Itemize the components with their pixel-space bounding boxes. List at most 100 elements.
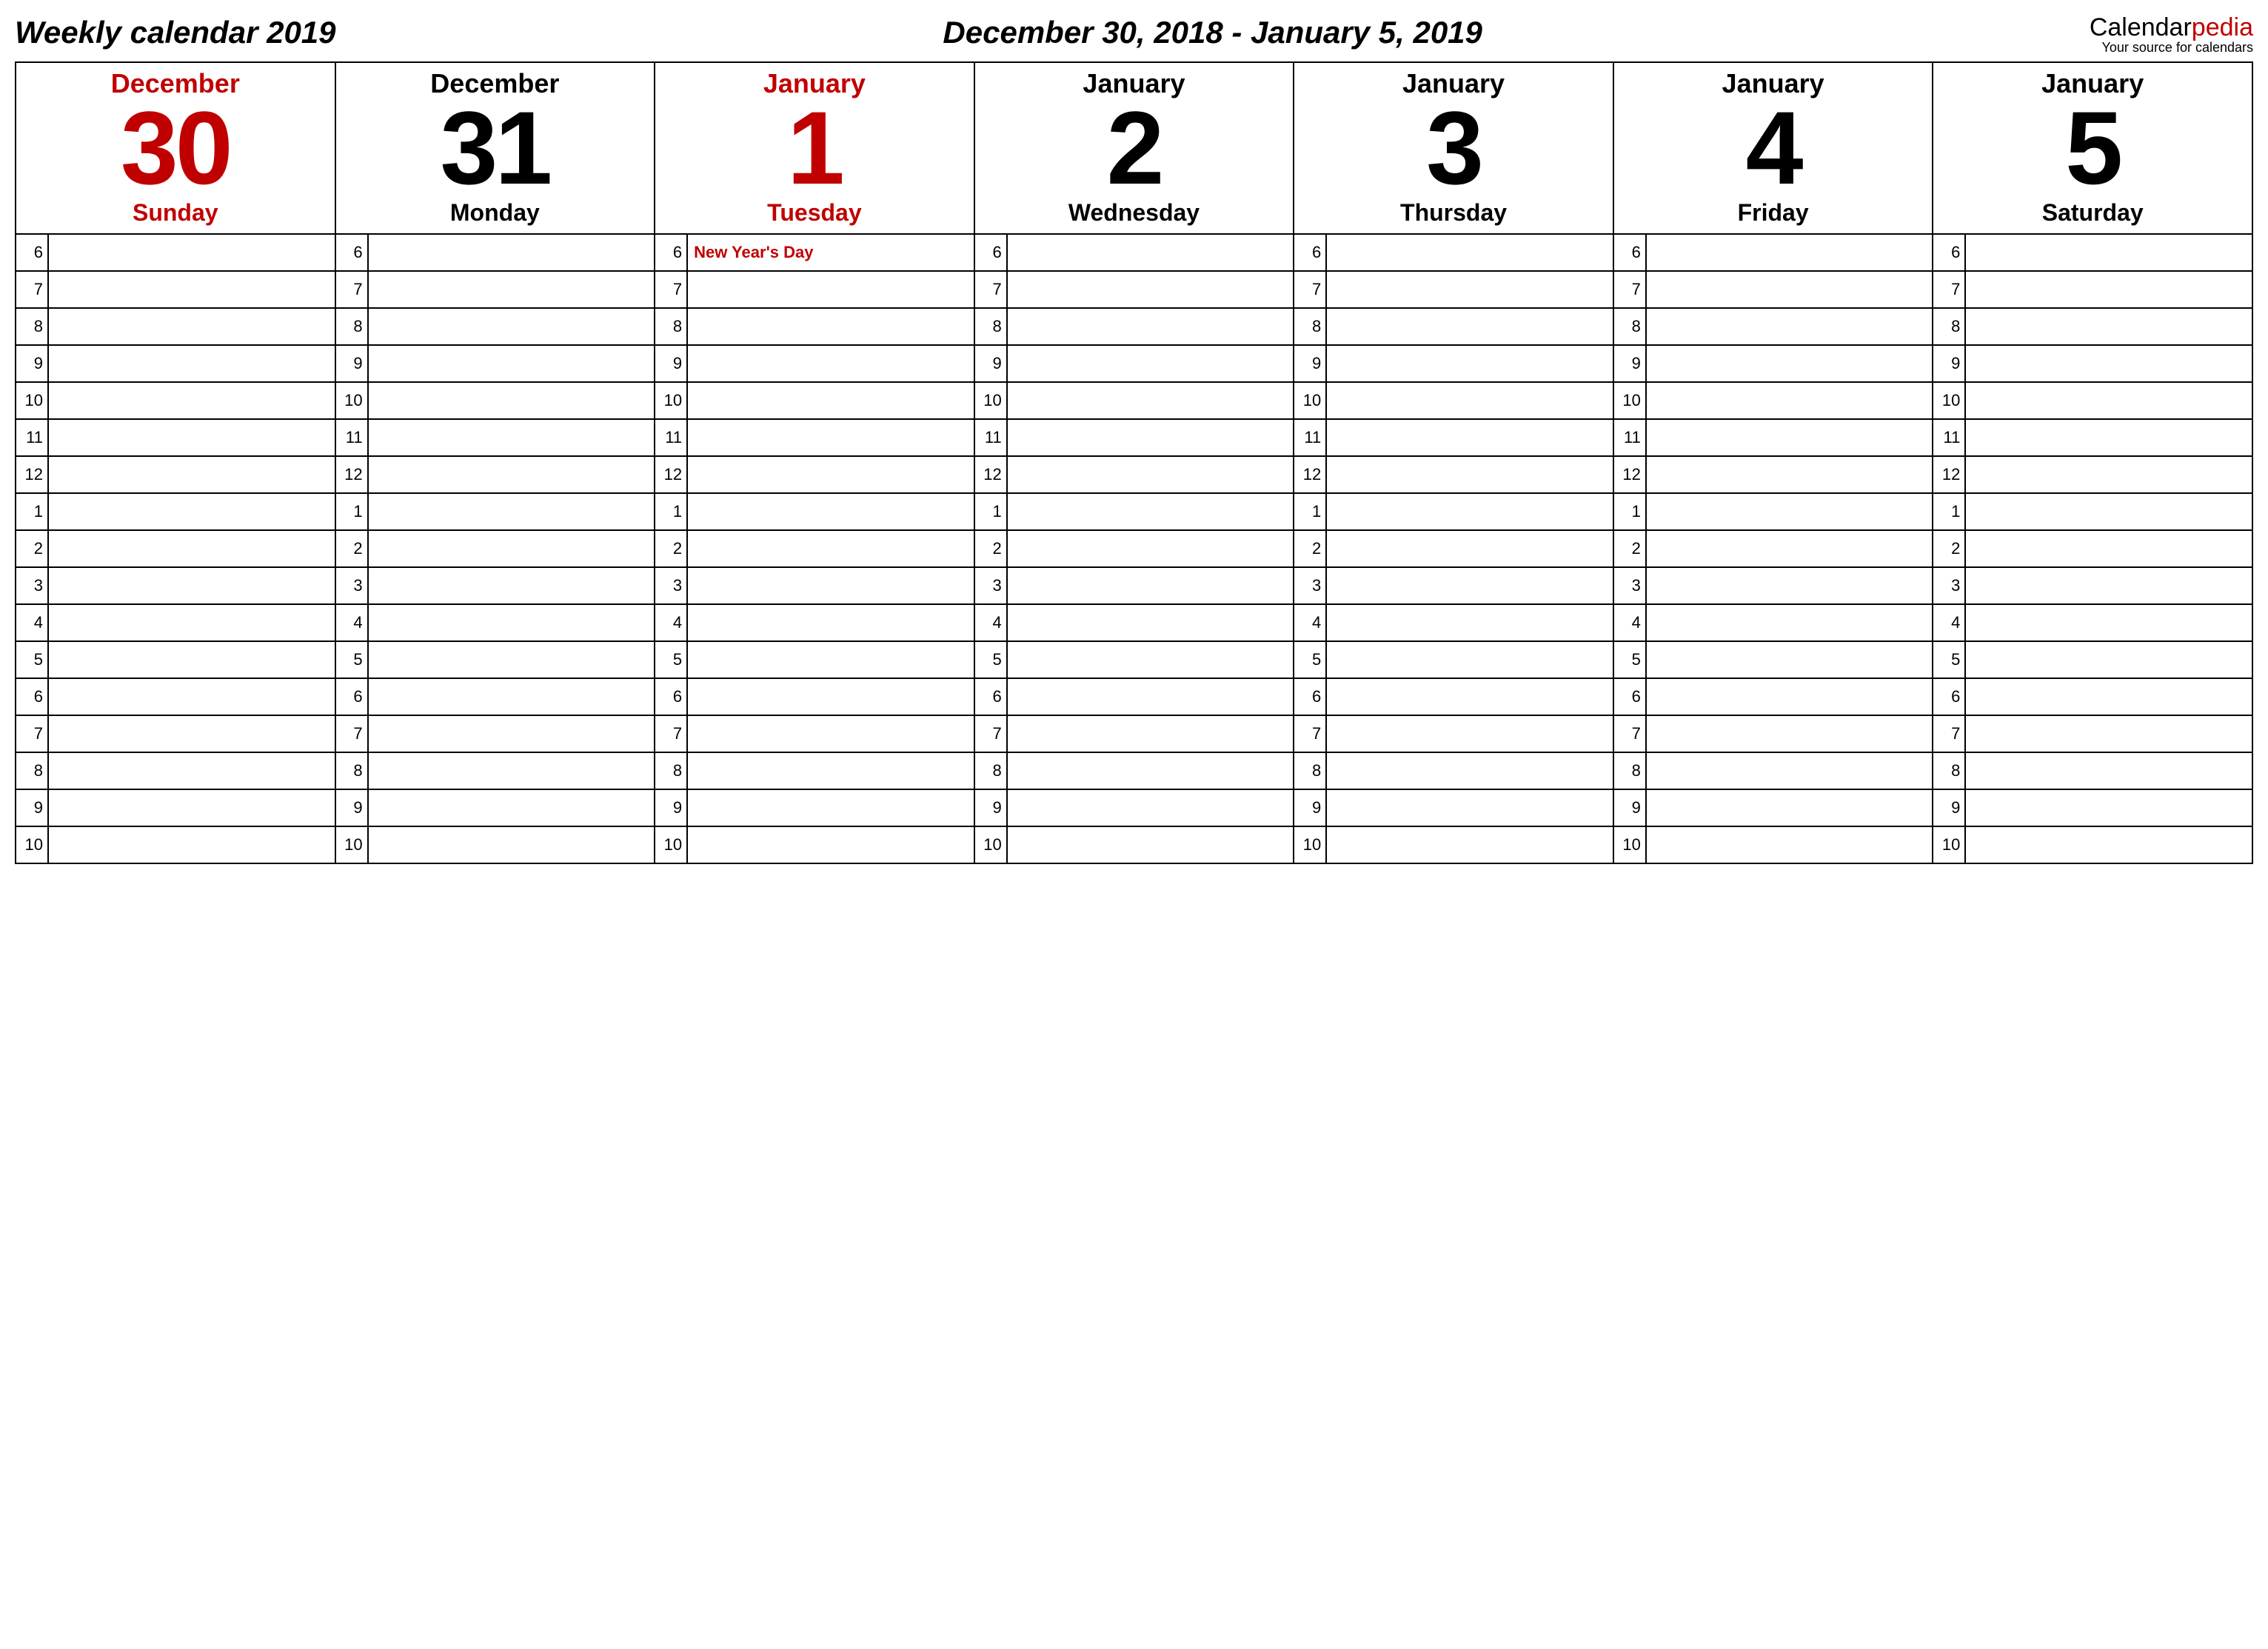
- hour-cell[interactable]: 9: [974, 789, 1294, 826]
- hour-cell[interactable]: 11: [1933, 419, 2252, 456]
- hour-cell[interactable]: 6: [1613, 234, 1933, 271]
- hour-cell[interactable]: 7: [335, 715, 655, 752]
- hour-cell[interactable]: 3: [655, 567, 974, 604]
- hour-cell[interactable]: 7: [1294, 715, 1613, 752]
- hour-cell[interactable]: 7: [655, 715, 974, 752]
- hour-cell[interactable]: 8: [1933, 308, 2252, 345]
- hour-cell[interactable]: 4: [974, 604, 1294, 641]
- hour-cell[interactable]: 12: [974, 456, 1294, 493]
- hour-cell[interactable]: 6: [16, 678, 335, 715]
- hour-cell[interactable]: 7: [974, 271, 1294, 308]
- hour-cell[interactable]: 8: [335, 308, 655, 345]
- hour-cell[interactable]: 8: [1294, 308, 1613, 345]
- hour-cell[interactable]: 4: [16, 604, 335, 641]
- hour-cell[interactable]: 8: [16, 308, 335, 345]
- hour-cell[interactable]: 9: [655, 789, 974, 826]
- hour-cell[interactable]: 4: [1294, 604, 1613, 641]
- hour-cell[interactable]: 4: [1933, 604, 2252, 641]
- hour-cell[interactable]: 9: [1933, 345, 2252, 382]
- hour-cell[interactable]: 4: [655, 604, 974, 641]
- hour-cell[interactable]: 7: [974, 715, 1294, 752]
- hour-cell[interactable]: 12: [1613, 456, 1933, 493]
- hour-cell[interactable]: 7: [655, 271, 974, 308]
- hour-cell[interactable]: 10: [1613, 382, 1933, 419]
- hour-cell[interactable]: 10: [1613, 826, 1933, 863]
- hour-cell[interactable]: 9: [335, 789, 655, 826]
- hour-cell[interactable]: 11: [1613, 419, 1933, 456]
- hour-cell[interactable]: 8: [1294, 752, 1613, 789]
- hour-cell[interactable]: 1: [655, 493, 974, 530]
- hour-cell[interactable]: 9: [1933, 789, 2252, 826]
- hour-cell[interactable]: 2: [1613, 530, 1933, 567]
- hour-cell[interactable]: 11: [655, 419, 974, 456]
- hour-cell[interactable]: 1: [1294, 493, 1613, 530]
- hour-cell[interactable]: 5: [1294, 641, 1613, 678]
- hour-cell[interactable]: 3: [335, 567, 655, 604]
- hour-cell[interactable]: 1: [335, 493, 655, 530]
- hour-cell[interactable]: 6: [1613, 678, 1933, 715]
- hour-cell[interactable]: 10: [335, 382, 655, 419]
- hour-cell[interactable]: 1: [1613, 493, 1933, 530]
- hour-cell[interactable]: 7: [1933, 271, 2252, 308]
- hour-cell[interactable]: 9: [655, 345, 974, 382]
- hour-cell[interactable]: 7: [1294, 271, 1613, 308]
- hour-cell[interactable]: 2: [1933, 530, 2252, 567]
- hour-cell[interactable]: 8: [16, 752, 335, 789]
- hour-cell[interactable]: 10: [974, 826, 1294, 863]
- hour-cell[interactable]: 11: [335, 419, 655, 456]
- hour-cell[interactable]: 9: [1294, 345, 1613, 382]
- hour-cell[interactable]: 7: [16, 715, 335, 752]
- hour-cell[interactable]: 8: [1613, 308, 1933, 345]
- hour-cell[interactable]: 4: [335, 604, 655, 641]
- hour-cell[interactable]: 6: [1933, 678, 2252, 715]
- hour-cell[interactable]: 11: [16, 419, 335, 456]
- hour-cell[interactable]: 1: [974, 493, 1294, 530]
- hour-cell[interactable]: 6: [655, 678, 974, 715]
- hour-cell[interactable]: 2: [335, 530, 655, 567]
- hour-cell[interactable]: 7: [1933, 715, 2252, 752]
- hour-cell[interactable]: 2: [1294, 530, 1613, 567]
- hour-cell[interactable]: 12: [1933, 456, 2252, 493]
- hour-cell[interactable]: 6: [974, 234, 1294, 271]
- hour-cell[interactable]: 9: [974, 345, 1294, 382]
- hour-cell[interactable]: 10: [1933, 826, 2252, 863]
- hour-cell[interactable]: 6: [335, 678, 655, 715]
- hour-cell[interactable]: 11: [974, 419, 1294, 456]
- hour-cell[interactable]: 3: [1933, 567, 2252, 604]
- hour-cell[interactable]: 10: [655, 382, 974, 419]
- hour-cell[interactable]: 7: [335, 271, 655, 308]
- hour-cell[interactable]: 12: [655, 456, 974, 493]
- hour-cell[interactable]: 6: [1294, 678, 1613, 715]
- hour-cell[interactable]: 6: [1294, 234, 1613, 271]
- hour-cell[interactable]: 6: [974, 678, 1294, 715]
- hour-cell[interactable]: 8: [1613, 752, 1933, 789]
- hour-cell[interactable]: 7: [1613, 271, 1933, 308]
- hour-cell[interactable]: 5: [1933, 641, 2252, 678]
- hour-cell[interactable]: 10: [16, 382, 335, 419]
- hour-cell[interactable]: 2: [974, 530, 1294, 567]
- hour-cell[interactable]: 8: [1933, 752, 2252, 789]
- hour-cell[interactable]: 10: [335, 826, 655, 863]
- hour-cell[interactable]: 10: [1294, 382, 1613, 419]
- hour-cell[interactable]: 12: [335, 456, 655, 493]
- hour-cell[interactable]: 1: [16, 493, 335, 530]
- hour-cell[interactable]: 6: [16, 234, 335, 271]
- hour-cell[interactable]: 9: [1613, 789, 1933, 826]
- hour-cell[interactable]: 7: [1613, 715, 1933, 752]
- hour-cell[interactable]: 9: [16, 345, 335, 382]
- hour-cell[interactable]: 2: [16, 530, 335, 567]
- hour-cell[interactable]: 10: [974, 382, 1294, 419]
- hour-cell[interactable]: 5: [655, 641, 974, 678]
- hour-cell[interactable]: 3: [1613, 567, 1933, 604]
- hour-cell[interactable]: 6: [335, 234, 655, 271]
- hour-cell[interactable]: 9: [1613, 345, 1933, 382]
- hour-cell[interactable]: 3: [16, 567, 335, 604]
- hour-cell[interactable]: 9: [16, 789, 335, 826]
- hour-cell[interactable]: 5: [16, 641, 335, 678]
- hour-cell[interactable]: 4: [1613, 604, 1933, 641]
- hour-cell[interactable]: 9: [1294, 789, 1613, 826]
- hour-cell[interactable]: 3: [974, 567, 1294, 604]
- hour-cell[interactable]: 8: [335, 752, 655, 789]
- hour-cell[interactable]: 5: [335, 641, 655, 678]
- hour-cell[interactable]: 10: [655, 826, 974, 863]
